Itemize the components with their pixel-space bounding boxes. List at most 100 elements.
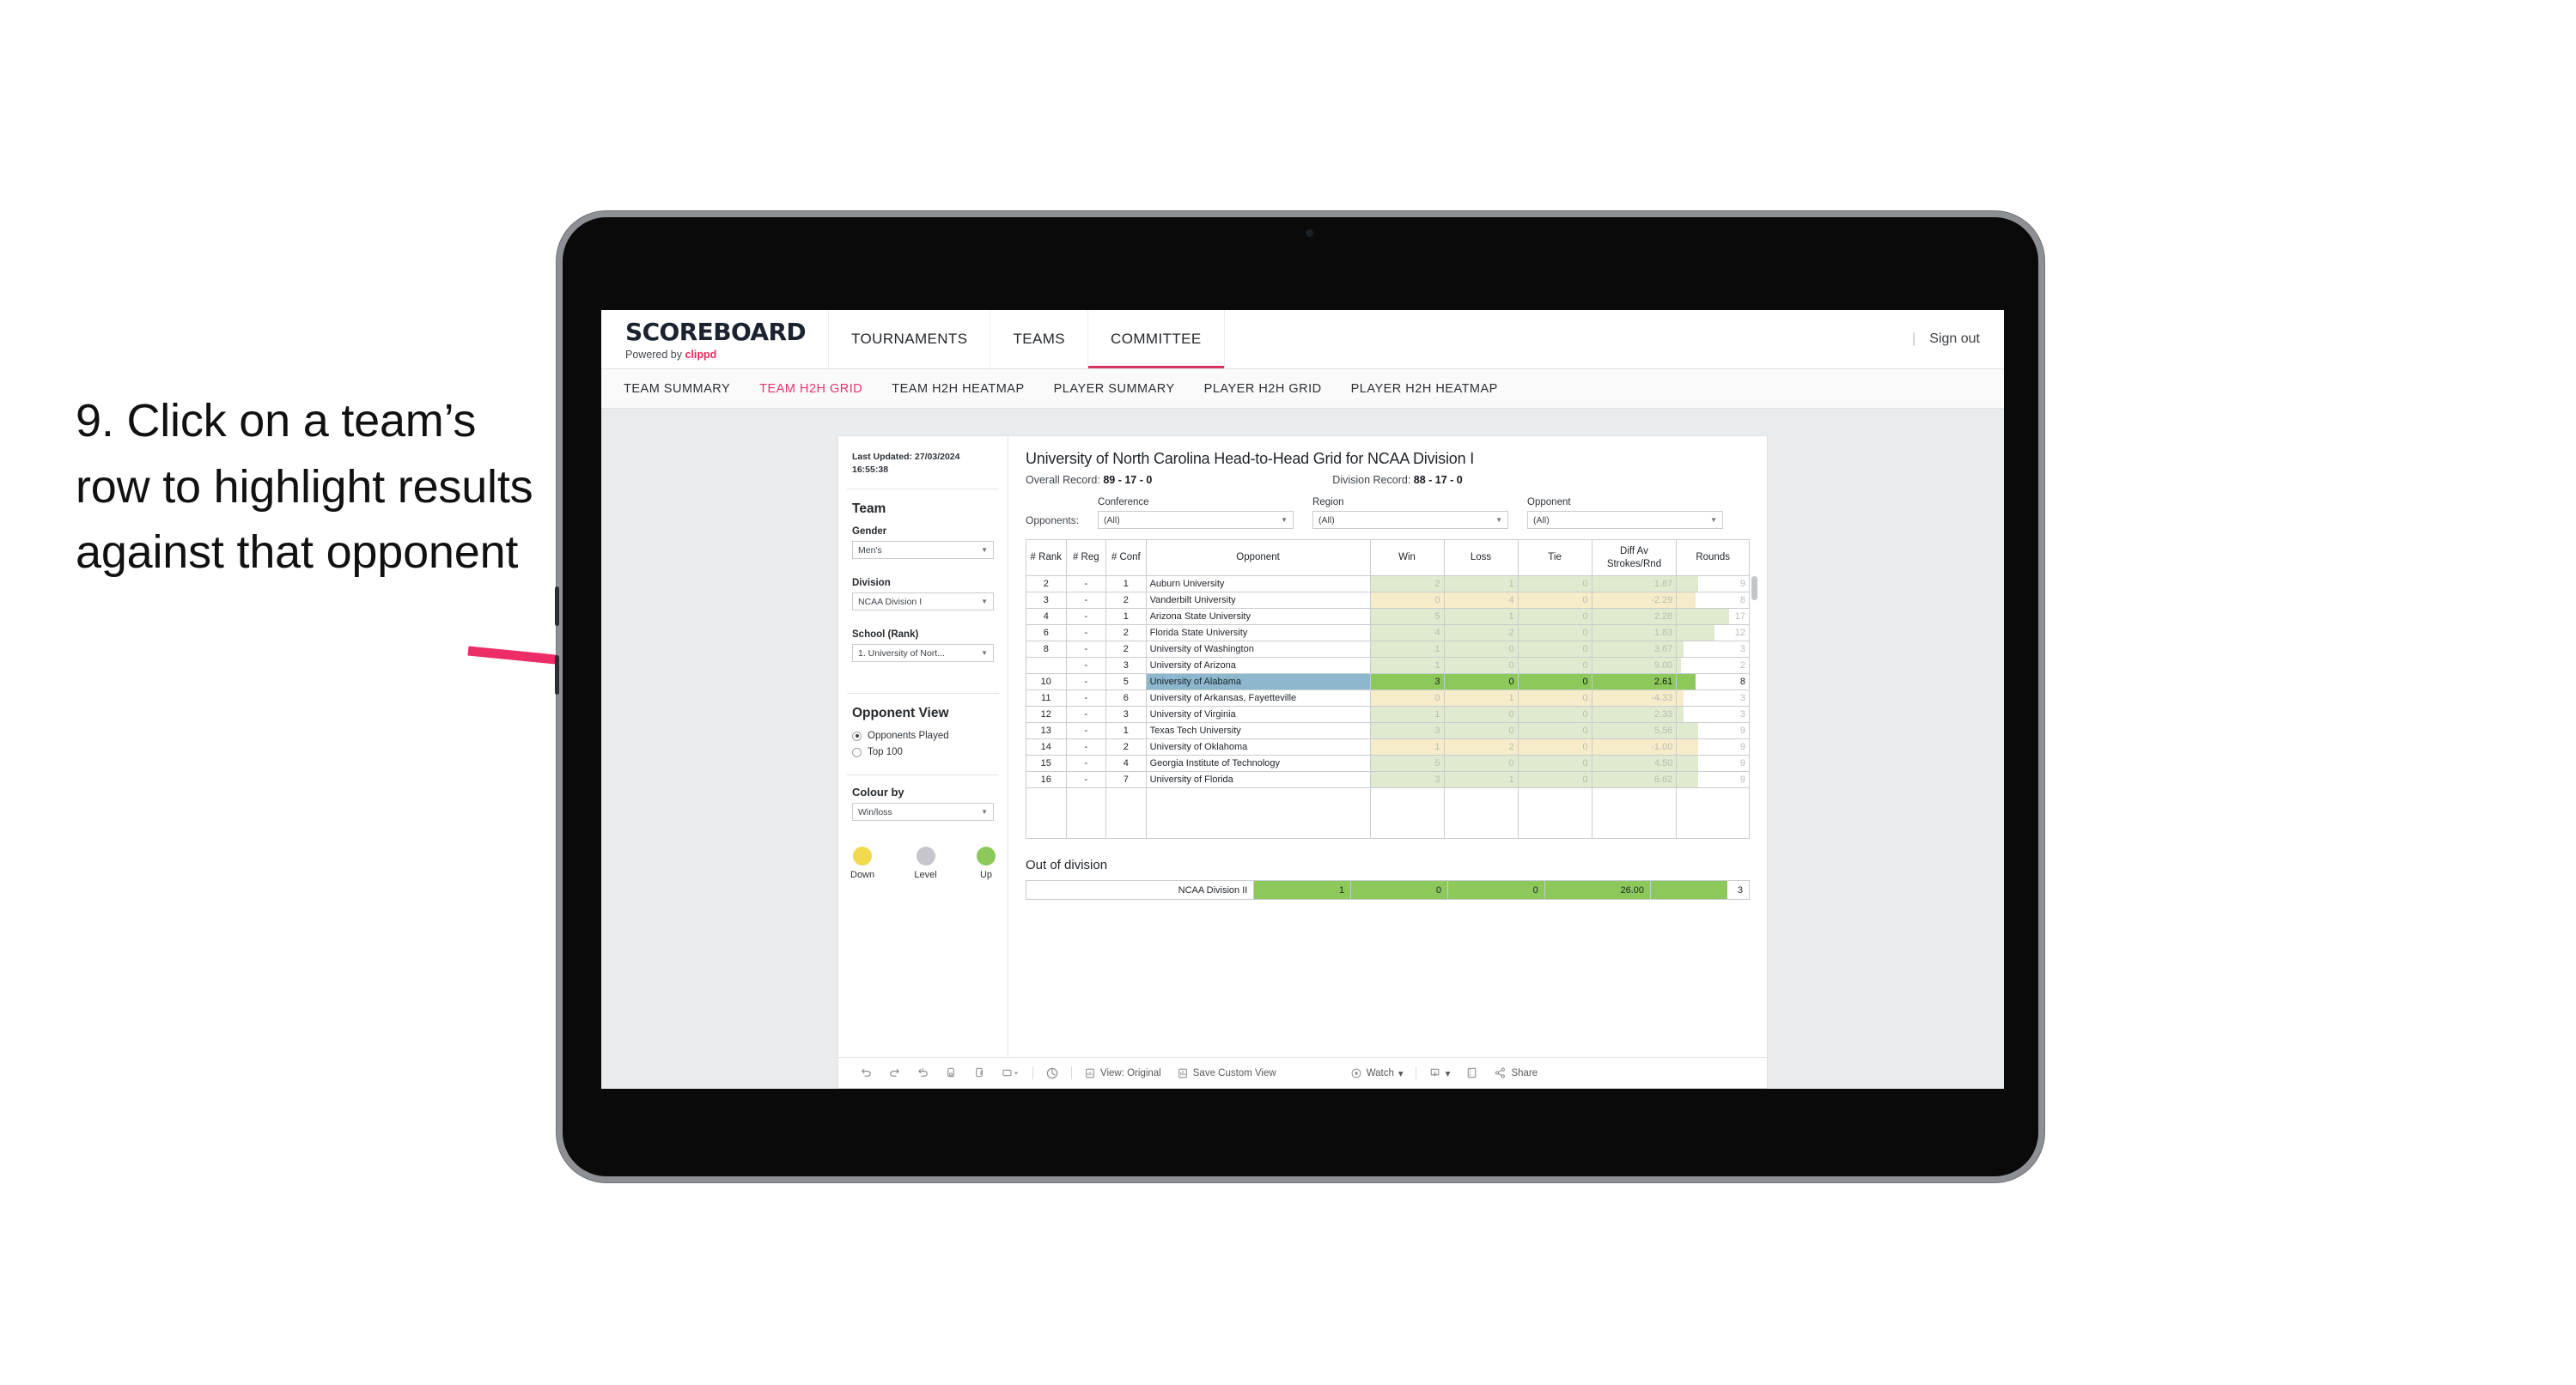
school-select[interactable]: 1. University of Nort... ▼ — [852, 644, 994, 663]
table-row[interactable]: -3 University of Arizona 1 0 0 9.00 2 — [1026, 657, 1750, 674]
cell-tie: 0 — [1517, 673, 1592, 690]
conference-select[interactable]: (All) ▼ — [1098, 511, 1294, 529]
cell-fill-bar — [1677, 609, 1729, 624]
chevron-down-icon: ▼ — [981, 649, 988, 658]
tab-team-summary[interactable]: TEAM SUMMARY — [624, 382, 730, 396]
view-original-button[interactable]: View: Original — [1076, 1067, 1169, 1079]
table-row[interactable]: 15-4 Georgia Institute of Technology 5 0 0 4.… — [1026, 755, 1750, 772]
opponents-label: Opponents: — [1026, 514, 1080, 526]
empty-cell — [1026, 787, 1067, 839]
fullscreen-button[interactable] — [1458, 1066, 1486, 1079]
table-row[interactable]: 8-2 University of Washington 1 0 0 3.67 3 — [1026, 641, 1750, 658]
col-loss[interactable]: Loss — [1443, 539, 1519, 576]
cell-loss: 0 — [1443, 706, 1519, 723]
col-label: # Rank — [1030, 552, 1062, 563]
table-row[interactable]: 4-1 Arizona State University 5 1 0 2.28 17 — [1026, 608, 1750, 625]
tab-team-h2h-grid[interactable]: TEAM H2H GRID — [759, 382, 862, 396]
col-win[interactable]: Win — [1369, 539, 1445, 576]
tab-team-h2h-heatmap[interactable]: TEAM H2H HEATMAP — [892, 382, 1024, 396]
empty-cell — [1443, 787, 1519, 839]
opponent-select[interactable]: (All) ▼ — [1527, 511, 1724, 529]
nav-item-tournaments[interactable]: TOURNAMENTS — [829, 310, 991, 368]
table-row[interactable]: 10-5 University of Alabama 3 0 0 2.61 8 — [1026, 673, 1750, 690]
tab-player-summary[interactable]: PLAYER SUMMARY — [1054, 382, 1175, 396]
empty-cell — [1066, 787, 1107, 839]
pause-button[interactable] — [965, 1066, 994, 1079]
colour-by-select[interactable]: Win/loss ▼ — [852, 803, 994, 822]
cell-value: 0 — [1508, 726, 1514, 736]
cell-value: 0 — [1582, 775, 1588, 785]
pan-mode-button[interactable] — [994, 1066, 1028, 1079]
radio-icon — [852, 747, 862, 757]
col-conf[interactable]: # Conf — [1105, 539, 1147, 576]
table-row[interactable]: 6-2 Florida State University 4 2 0 1.83 12 — [1026, 624, 1750, 641]
region-select[interactable]: (All) ▼ — [1312, 511, 1509, 529]
brand-logo[interactable]: SCOREBOARD Powered by clippd — [601, 310, 830, 368]
powered-by-label: Powered by — [625, 349, 685, 361]
sign-out-link[interactable]: Sign out — [1929, 331, 1980, 347]
tab-player-h2h-heatmap[interactable]: PLAYER H2H HEATMAP — [1351, 382, 1498, 396]
col-label: Rounds — [1696, 552, 1730, 563]
opponent-filter: Opponent (All) ▼ — [1527, 497, 1724, 529]
revert-button[interactable] — [909, 1066, 937, 1079]
out-of-division-row[interactable]: NCAA Division II 1 0 0 26.00 3 — [1025, 880, 1750, 900]
save-custom-view-button[interactable]: Save Custom View — [1169, 1067, 1284, 1079]
presentation-mode-button[interactable] — [1038, 1066, 1067, 1080]
download-button[interactable]: ▾ — [1421, 1066, 1459, 1079]
legend-item-level: Level — [914, 847, 937, 880]
division-select[interactable]: NCAA Division I ▼ — [852, 592, 994, 611]
share-button[interactable]: Share — [1486, 1066, 1545, 1079]
cell-value: 0 — [1582, 726, 1588, 736]
table-row[interactable]: 3-2 Vanderbilt University 0 4 0 -2.29 8 — [1026, 592, 1750, 609]
cell-fill-bar — [1254, 881, 1351, 899]
cell-rounds: 2 — [1676, 657, 1750, 674]
undo-button[interactable] — [852, 1066, 880, 1079]
empty-cell — [1591, 787, 1678, 839]
table-scrollbar[interactable] — [1751, 576, 1757, 600]
colour-by-label: Colour by — [852, 786, 904, 799]
cell-value: 3 — [1739, 709, 1745, 720]
cell-fill-bar — [1677, 658, 1682, 673]
table-row[interactable]: 13-1 Texas Tech University 3 0 0 5.56 9 — [1026, 722, 1750, 739]
col-rounds[interactable]: Rounds — [1676, 539, 1750, 576]
radio-label: Opponents Played — [868, 731, 949, 742]
col-opponent[interactable]: Opponent — [1145, 539, 1371, 576]
radio-opponents-played[interactable]: Opponents Played — [852, 731, 994, 741]
col-tie[interactable]: Tie — [1517, 539, 1592, 576]
cell-fill-bar — [1677, 756, 1699, 771]
cell-fill-bar — [1677, 641, 1684, 657]
filters-sidebar: Last Updated: 27/03/2024 16:55:38 Team G… — [838, 436, 1008, 1057]
col-rank[interactable]: # Rank — [1026, 539, 1067, 576]
table-row[interactable]: 11-6 University of Arkansas, Fayetteville… — [1026, 689, 1750, 707]
cell-fill-bar — [1518, 690, 1592, 706]
cell-value: 5 — [1434, 758, 1440, 768]
col-reg[interactable]: # Reg — [1065, 539, 1107, 576]
cell-value: 0 — [1582, 644, 1588, 654]
redo-button[interactable] — [880, 1066, 909, 1079]
cell-fill-bar — [1351, 881, 1447, 899]
cell-loss: 1 — [1443, 689, 1519, 707]
h2h-grid-table: # Rank # Reg # Conf Opponent Win Loss Ti… — [1026, 539, 1750, 839]
brand-subtitle: Powered by clippd — [625, 349, 806, 361]
cell-tie: 0 — [1517, 575, 1592, 592]
table-row[interactable]: 12-3 University of Virginia 1 0 0 2.33 3 — [1026, 706, 1750, 723]
nav-item-committee[interactable]: COMMITTEE — [1088, 310, 1225, 368]
cell-fill-bar — [1518, 609, 1592, 624]
volume-button[interactable] — [555, 586, 559, 626]
watch-button[interactable]: Watch ▾ — [1343, 1067, 1411, 1079]
power-button[interactable] — [555, 655, 559, 695]
table-row[interactable]: 2-1 Auburn University 2 1 0 1.67 9 — [1026, 575, 1750, 592]
cell-fill-bar — [1677, 592, 1696, 608]
table-row[interactable]: 16-7 University of Florida 3 1 0 6.62 9 — [1026, 771, 1750, 788]
nav-item-teams[interactable]: TEAMS — [990, 310, 1089, 368]
gender-select[interactable]: Men's ▼ — [852, 541, 994, 560]
cell-conf: 6 — [1105, 689, 1147, 707]
col-diff-av-strokes[interactable]: Diff Av Strokes/Rnd — [1591, 539, 1678, 576]
tab-player-h2h-grid[interactable]: PLAYER H2H GRID — [1204, 382, 1322, 396]
radio-top-100[interactable]: Top 100 — [852, 747, 994, 757]
nav-label: TEAMS — [1013, 331, 1066, 347]
legend-label: Down — [850, 870, 875, 881]
table-row[interactable]: 14-2 University of Oklahoma 1 2 0 -1.00 9 — [1026, 738, 1750, 756]
refresh-button[interactable] — [937, 1066, 965, 1079]
cell-win: 1 — [1369, 641, 1445, 658]
